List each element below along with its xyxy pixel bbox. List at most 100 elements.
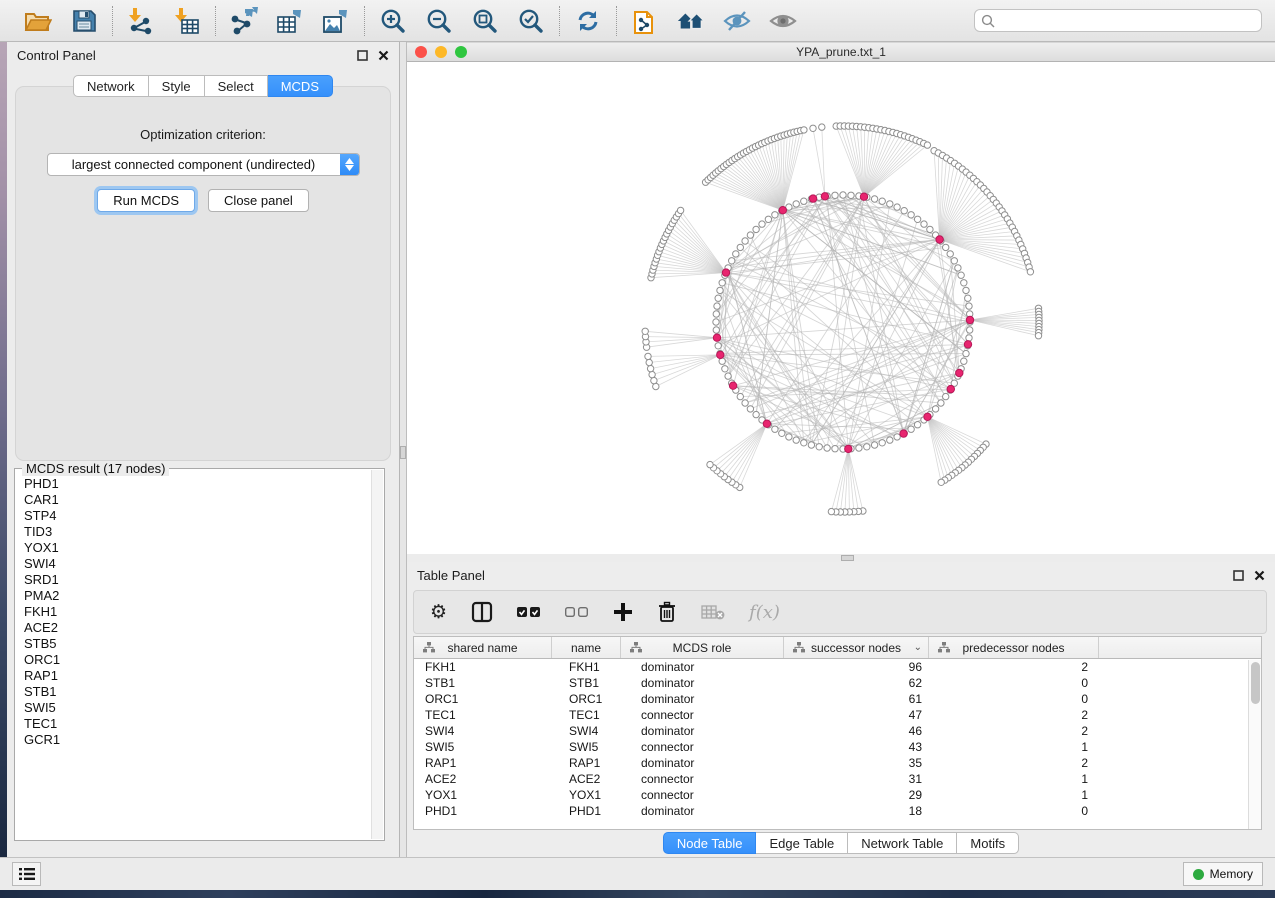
table-header: shared namenameMCDS rolesuccessor nodes⌄… — [414, 637, 1261, 659]
list-item[interactable]: PHD1 — [24, 476, 371, 492]
list-item[interactable]: RAP1 — [24, 668, 371, 684]
close-panel-button[interactable]: Close panel — [208, 189, 309, 212]
tab-select[interactable]: Select — [205, 75, 268, 97]
list-icon — [19, 867, 35, 881]
table-scrollbar[interactable] — [1248, 660, 1261, 829]
table-row[interactable]: YOX1YOX1connector291 — [414, 787, 1261, 803]
tab-network[interactable]: Network — [73, 75, 149, 97]
network-graph[interactable] — [407, 62, 1273, 554]
table-row[interactable]: PHD1PHD1dominator180 — [414, 803, 1261, 819]
float-panel-icon[interactable] — [1233, 570, 1244, 581]
memory-button[interactable]: Memory — [1183, 862, 1263, 886]
horizontal-splitter[interactable] — [407, 554, 1275, 562]
table-row[interactable]: STB1STB1dominator620 — [414, 675, 1261, 691]
vertical-splitter[interactable] — [400, 42, 407, 857]
criterion-dropdown[interactable]: largest connected component (undirected) — [47, 153, 360, 176]
table-row[interactable]: TEC1TEC1connector472 — [414, 707, 1261, 723]
list-item[interactable]: SWI4 — [24, 556, 371, 572]
column-header-shared-name[interactable]: shared name — [414, 637, 552, 658]
network-window-title: YPA_prune.txt_1 — [407, 45, 1275, 59]
home-icon[interactable] — [676, 6, 706, 36]
open-session-icon[interactable] — [23, 6, 53, 36]
gear-icon[interactable]: ⚙ — [430, 599, 447, 625]
column-header-predecessor-nodes[interactable]: predecessor nodes — [929, 637, 1099, 658]
mcds-result-list: PHD1CAR1STP4TID3YOX1SWI4SRD1PMA2FKH1ACE2… — [16, 470, 371, 839]
import-table-icon[interactable] — [172, 6, 202, 36]
list-item[interactable]: TID3 — [24, 524, 371, 540]
table-row[interactable]: SWI4SWI4dominator462 — [414, 723, 1261, 739]
table-row[interactable]: ACE2ACE2connector311 — [414, 771, 1261, 787]
export-network-icon[interactable] — [229, 6, 259, 36]
table-row[interactable]: RAP1RAP1dominator352 — [414, 755, 1261, 771]
optimization-criterion-label: Optimization criterion: — [16, 127, 390, 142]
float-panel-icon[interactable] — [357, 50, 368, 61]
run-mcds-button[interactable]: Run MCDS — [97, 189, 195, 212]
column-header-successor-nodes[interactable]: successor nodes⌄ — [784, 637, 929, 658]
table-tab-edge-table[interactable]: Edge Table — [756, 832, 848, 854]
zoom-in-icon[interactable] — [378, 6, 408, 36]
zoom-fit-icon[interactable] — [470, 6, 500, 36]
delete-table-icon[interactable] — [701, 599, 725, 625]
tab-style[interactable]: Style — [149, 75, 205, 97]
list-item[interactable]: ORC1 — [24, 652, 371, 668]
list-item[interactable]: YOX1 — [24, 540, 371, 556]
export-table-icon[interactable] — [275, 6, 305, 36]
table-panel: Table Panel ⚙ f(x) shared namenameMCDS r… — [407, 562, 1275, 857]
desktop-wallpaper-left — [0, 42, 7, 857]
list-item[interactable]: FKH1 — [24, 604, 371, 620]
add-column-icon[interactable] — [613, 599, 633, 625]
close-panel-icon[interactable] — [1254, 570, 1265, 581]
table-tab-node-table[interactable]: Node Table — [663, 832, 757, 854]
search-input[interactable] — [999, 14, 1255, 28]
status-bar: Memory — [0, 857, 1275, 890]
table-tab-motifs[interactable]: Motifs — [957, 832, 1019, 854]
network-canvas[interactable] — [407, 62, 1275, 554]
table-row[interactable]: FKH1FKH1dominator962 — [414, 659, 1261, 675]
search-icon — [981, 14, 995, 28]
tab-mcds[interactable]: MCDS — [268, 75, 333, 97]
control-panel-title: Control Panel — [17, 48, 357, 63]
zoom-out-icon[interactable] — [424, 6, 454, 36]
list-item[interactable]: PMA2 — [24, 588, 371, 604]
list-item[interactable]: CAR1 — [24, 492, 371, 508]
search-field[interactable] — [974, 9, 1262, 32]
column-header-name[interactable]: name — [552, 637, 621, 658]
table-body: FKH1FKH1dominator962STB1STB1dominator620… — [414, 659, 1261, 819]
table-toolbar: ⚙ f(x) — [413, 590, 1267, 634]
refresh-icon[interactable] — [573, 6, 603, 36]
close-panel-icon[interactable] — [378, 50, 389, 61]
show-eye-icon[interactable] — [768, 6, 798, 36]
result-list-scrollbar[interactable] — [371, 470, 383, 839]
control-panel-tabs: NetworkStyleSelectMCDS — [7, 75, 399, 97]
list-item[interactable]: ACE2 — [24, 620, 371, 636]
column-header-MCDS-role[interactable]: MCDS role — [621, 637, 784, 658]
network-window-titlebar[interactable]: YPA_prune.txt_1 — [407, 42, 1275, 62]
table-row[interactable]: ORC1ORC1dominator610 — [414, 691, 1261, 707]
list-item[interactable]: GCR1 — [24, 732, 371, 748]
control-panel: Control Panel NetworkStyleSelectMCDS Opt… — [7, 42, 400, 857]
list-item[interactable]: SRD1 — [24, 572, 371, 588]
zoom-selected-icon[interactable] — [516, 6, 546, 36]
import-network-icon[interactable] — [126, 6, 156, 36]
export-image-icon[interactable] — [321, 6, 351, 36]
hide-eye-icon[interactable] — [722, 6, 752, 36]
memory-status-icon — [1193, 869, 1204, 880]
select-all-icon[interactable] — [517, 599, 541, 625]
splitter-handle[interactable] — [841, 555, 854, 561]
splitter-handle[interactable] — [400, 446, 406, 459]
save-session-icon[interactable] — [69, 6, 99, 36]
list-item[interactable]: TEC1 — [24, 716, 371, 732]
list-item[interactable]: SWI5 — [24, 700, 371, 716]
task-history-button[interactable] — [12, 862, 41, 886]
list-item[interactable]: STB5 — [24, 636, 371, 652]
columns-icon[interactable] — [471, 599, 493, 625]
list-item[interactable]: STB1 — [24, 684, 371, 700]
list-item[interactable]: STP4 — [24, 508, 371, 524]
delete-icon[interactable] — [657, 599, 677, 625]
mcds-tab-panel: Optimization criterion: largest connecte… — [15, 86, 391, 461]
table-row[interactable]: SWI5SWI5connector431 — [414, 739, 1261, 755]
deselect-all-icon[interactable] — [565, 599, 589, 625]
table-tab-network-table[interactable]: Network Table — [848, 832, 957, 854]
scrollbar-thumb[interactable] — [1251, 662, 1260, 704]
share-document-icon[interactable] — [630, 6, 660, 36]
